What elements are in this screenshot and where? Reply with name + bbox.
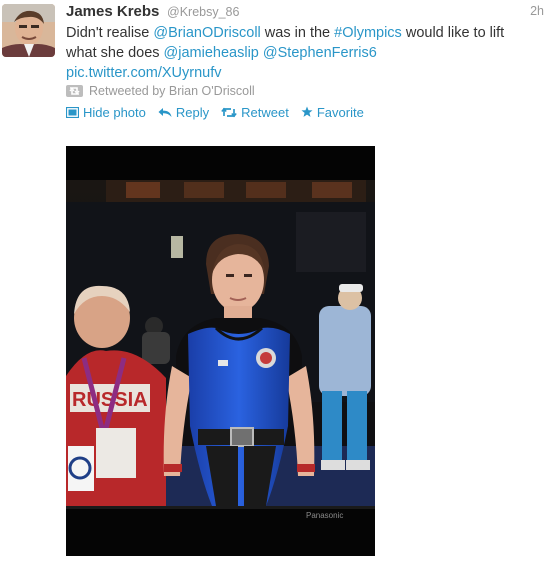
retweet-icon [66, 85, 83, 97]
mention-jamieheaslip[interactable]: @jamieheaslip [164, 45, 259, 61]
tweet-timestamp[interactable]: 2h [530, 4, 544, 18]
hide-photo-label: Hide photo [83, 104, 146, 120]
retweet-icon [221, 107, 237, 118]
star-icon [301, 106, 313, 118]
reply-label: Reply [175, 104, 210, 120]
tweet-text-segment: Didn't realise [66, 25, 154, 41]
reply-button[interactable]: Reply [158, 105, 209, 120]
favorite-button[interactable]: Favorite [301, 105, 364, 120]
retweeted-by-label[interactable]: Retweeted by Brian O'Driscoll [89, 84, 255, 98]
reply-arrow-icon [158, 107, 172, 118]
author-avatar[interactable] [2, 4, 55, 57]
retweeted-by: Retweeted by Brian O'Driscoll [66, 83, 255, 99]
tweet-header: James Krebs @Krebsy_86 2h [66, 3, 544, 21]
favorite-label: Favorite [316, 104, 364, 120]
retweet-button[interactable]: Retweet [221, 105, 289, 120]
author-name[interactable]: James Krebs [66, 3, 159, 20]
hashtag-olympics[interactable]: #Olympics [334, 25, 402, 41]
mention-brianodriscoll[interactable]: @BrianODriscoll [153, 25, 260, 41]
tweet-text: Didn't realise @BrianODriscoll was in th… [66, 23, 536, 83]
tweet-photo[interactable]: RUSSIA Panasonic [66, 146, 375, 556]
author-handle[interactable]: @Krebsy_86 [167, 5, 239, 19]
photo-icon [66, 106, 79, 118]
mention-stephenferris6[interactable]: @StephenFerris6 [263, 45, 377, 61]
hide-photo-button[interactable]: Hide photo [66, 105, 146, 120]
photo-link[interactable]: pic.twitter.com/XUyrnufv [66, 65, 222, 81]
tweet-text-segment: was in the [260, 25, 335, 41]
retweet-label: Retweet [241, 104, 289, 120]
tv-brand-label: Panasonic [306, 511, 343, 520]
tweet-actions: Hide photo Reply Retweet Favorite [66, 103, 376, 121]
